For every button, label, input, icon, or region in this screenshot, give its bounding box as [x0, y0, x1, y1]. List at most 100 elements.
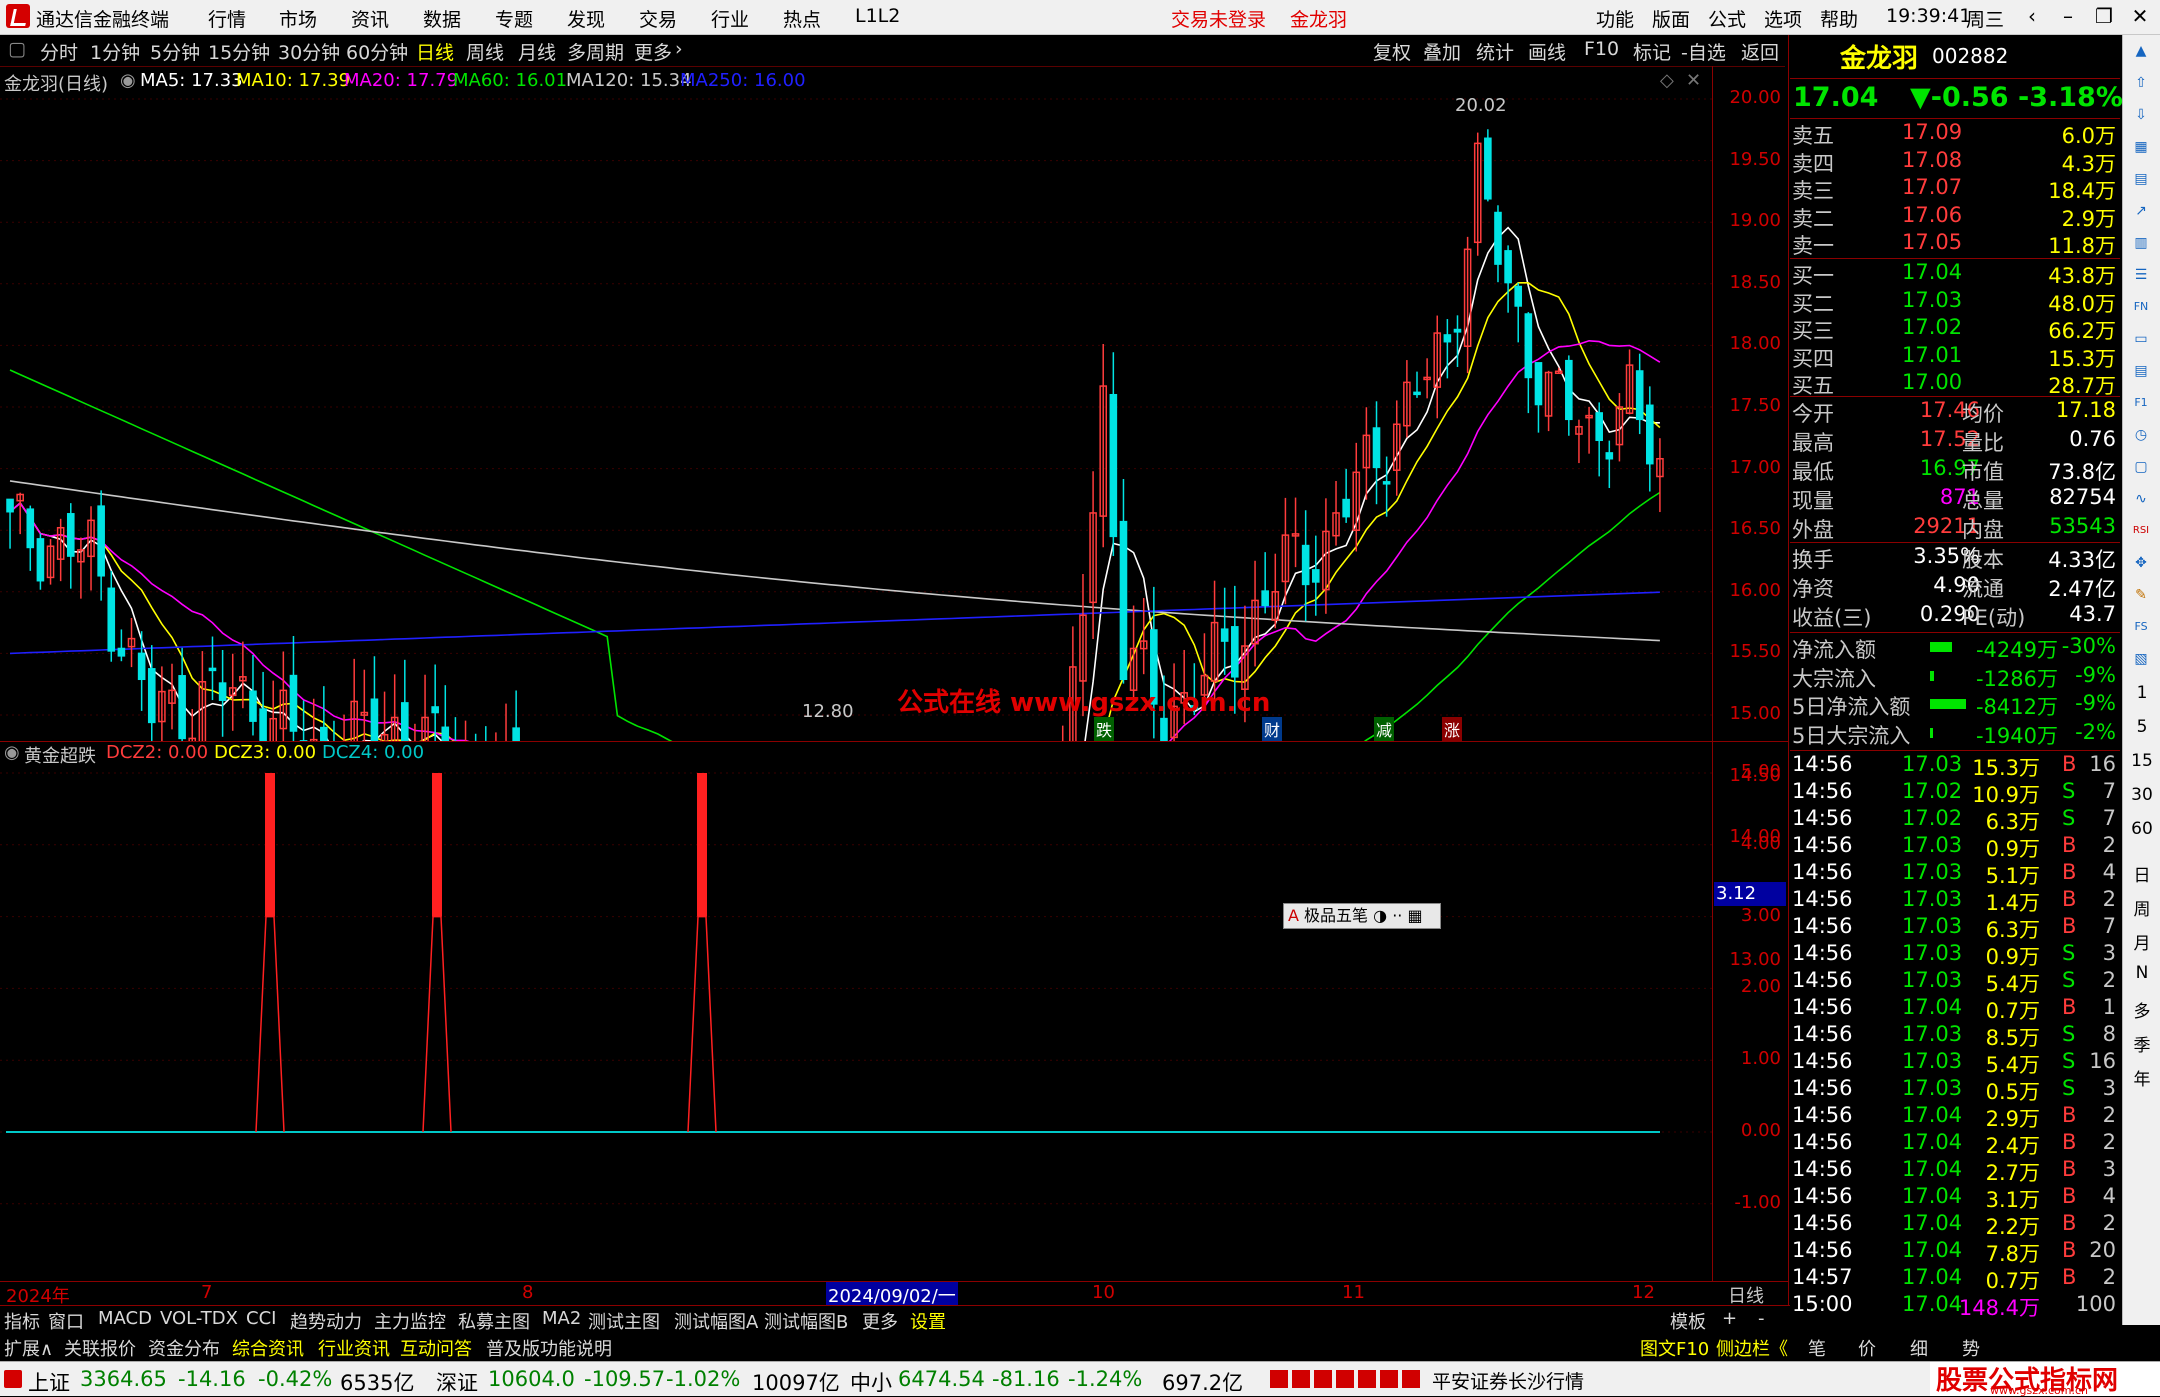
menu-item-options[interactable]: 选项 — [1764, 5, 1802, 32]
side-period-multi[interactable]: 多 — [2123, 997, 2160, 1022]
period-more[interactable]: 更多 — [634, 38, 672, 65]
indicator-tab[interactable]: 私募主图 — [458, 1308, 530, 1334]
menu-item-formula[interactable]: 公式 — [1708, 5, 1746, 32]
ime-toolbar[interactable]: A 极品五笔 ◑ ·· ▦ — [1283, 903, 1441, 929]
indicator-tab[interactable]: 设置 — [910, 1308, 946, 1334]
report-icon[interactable]: ▤ — [2129, 359, 2153, 383]
period-week[interactable]: 周线 — [466, 38, 504, 65]
period-month[interactable]: 月线 — [518, 38, 556, 65]
sz-label[interactable]: 深证 — [436, 1367, 478, 1397]
indicator-tab[interactable]: MA2 — [542, 1308, 581, 1329]
period-5min[interactable]: 5分钟 — [150, 38, 200, 65]
period-fenshi[interactable]: 分时 — [40, 38, 78, 65]
menu-item-news[interactable]: 资讯 — [351, 5, 389, 32]
menu-item-market[interactable]: 市场 — [279, 5, 317, 32]
chart-icon[interactable]: ▧ — [2129, 647, 2153, 671]
tool-stats[interactable]: 统计 — [1476, 38, 1514, 65]
ime-keyboard-icon[interactable]: ▦ — [1407, 906, 1422, 925]
indicator-tab[interactable]: MACD — [98, 1308, 152, 1329]
ime-dot-icon[interactable]: ·· — [1392, 906, 1402, 925]
side-period-week[interactable]: 周 — [2123, 895, 2160, 920]
extension-tab[interactable]: 扩展∧ — [4, 1335, 53, 1361]
period-day[interactable]: 日线 — [416, 38, 454, 65]
indicator-tab[interactable]: 指标 — [4, 1308, 40, 1334]
menu-item-help[interactable]: 帮助 — [1820, 5, 1858, 32]
menu-item-industry[interactable]: 行业 — [711, 5, 749, 32]
menu-item-function[interactable]: 功能 — [1596, 5, 1634, 32]
panel-tab[interactable]: 笔 — [1808, 1335, 1826, 1361]
close-icon[interactable]: ✕ — [2126, 3, 2154, 29]
tool-f10[interactable]: F10 — [1584, 38, 1619, 60]
next-icon[interactable]: ⇩ — [2129, 103, 2153, 127]
move-icon[interactable]: ✥ — [2129, 551, 2153, 575]
table-icon[interactable]: ▤ — [2129, 167, 2153, 191]
indicator-tab[interactable]: 更多 — [862, 1308, 898, 1334]
side-period-1[interactable]: 1 — [2123, 683, 2160, 703]
event-marker-reduce[interactable]: 减 — [1374, 717, 1394, 741]
tool-mark[interactable]: 标记 — [1633, 38, 1671, 65]
indicator-tab[interactable]: CCI — [246, 1308, 276, 1329]
event-marker-up[interactable]: 涨 — [1442, 717, 1462, 741]
extension-tab[interactable]: 互动问答 — [400, 1335, 472, 1361]
bar-icon[interactable]: ▥ — [2129, 231, 2153, 255]
indicator-tab[interactable]: 趋势动力 — [290, 1308, 362, 1334]
back-icon[interactable]: ‹ — [2018, 3, 2046, 29]
extension-tab[interactable]: 关联报价 — [64, 1335, 136, 1361]
menu-item-topic[interactable]: 专题 — [495, 5, 533, 32]
period-15min[interactable]: 15分钟 — [208, 38, 270, 65]
list-icon[interactable]: ☰ — [2129, 263, 2153, 287]
trade-login-status[interactable]: 交易未登录 — [1171, 5, 1266, 32]
extension-tab[interactable]: 资金分布 — [148, 1335, 220, 1361]
prev-icon[interactable]: ⇧ — [2129, 71, 2153, 95]
side-period-n[interactable]: N — [2123, 963, 2160, 983]
fin-icon[interactable]: FN — [2129, 295, 2153, 319]
doc-icon[interactable]: ▭ — [2129, 327, 2153, 351]
book-icon[interactable]: ▢ — [2129, 455, 2153, 479]
extension-tab[interactable]: 综合资讯 — [232, 1335, 304, 1361]
indicator-tab[interactable]: 测试幅图B — [764, 1308, 848, 1334]
restore-icon[interactable]: ❐ — [2090, 3, 2118, 29]
indicator-tab[interactable]: 测试幅图A — [674, 1308, 758, 1334]
ime-moon-icon[interactable]: ◑ — [1373, 906, 1387, 925]
minimize-icon[interactable]: – — [2054, 3, 2082, 29]
trend-icon[interactable]: ↗ — [2129, 199, 2153, 223]
chevron-right-icon[interactable]: › — [675, 38, 683, 60]
side-period-30[interactable]: 30 — [2123, 785, 2160, 805]
grid-icon[interactable]: ▦ — [2129, 135, 2153, 159]
zx-label[interactable]: 中小 — [850, 1367, 892, 1397]
side-period-month[interactable]: 月 — [2123, 929, 2160, 954]
tool-adjust[interactable]: 复权 — [1373, 38, 1411, 65]
period-multi[interactable]: 多周期 — [567, 38, 624, 65]
indicator-tab[interactable]: 窗口 — [48, 1308, 84, 1334]
event-marker-down[interactable]: 跌 — [1094, 717, 1114, 741]
side-period-5[interactable]: 5 — [2123, 717, 2160, 737]
f10-icon[interactable]: F1 — [2129, 391, 2153, 415]
period-1min[interactable]: 1分钟 — [90, 38, 140, 65]
extension-tab[interactable]: 普及版功能说明 — [486, 1335, 612, 1361]
up-arrow-icon[interactable]: ▲ — [2129, 39, 2153, 63]
side-period-15[interactable]: 15 — [2123, 751, 2160, 771]
indicator-tab[interactable]: 测试主图 — [588, 1308, 660, 1334]
menu-item-data[interactable]: 数据 — [423, 5, 461, 32]
clock-icon[interactable]: ◷ — [2129, 423, 2153, 447]
tool-draw[interactable]: 画线 — [1528, 38, 1566, 65]
panel-tab[interactable]: 细 — [1910, 1335, 1928, 1361]
event-marker-finance[interactable]: 财 — [1262, 717, 1282, 741]
tool-overlay[interactable]: 叠加 — [1423, 38, 1461, 65]
extension-tab[interactable]: 行业资讯 — [318, 1335, 390, 1361]
wave-icon[interactable]: ∿ — [2129, 487, 2153, 511]
side-period-season[interactable]: 季 — [2123, 1031, 2160, 1056]
side-period-year[interactable]: 年 — [2123, 1065, 2160, 1090]
menu-item-hot[interactable]: 热点 — [783, 5, 821, 32]
indicator-tab[interactable]: VOL-TDX — [160, 1308, 238, 1329]
panel-tab[interactable]: 价 — [1858, 1335, 1876, 1361]
side-period-60[interactable]: 60 — [2123, 819, 2160, 839]
panel-tab[interactable]: 图文F10 — [1640, 1335, 1709, 1361]
menu-item-layout[interactable]: 版面 — [1652, 5, 1690, 32]
template-control[interactable]: + — [1722, 1308, 1737, 1329]
tool-fav[interactable]: -自选 — [1681, 38, 1726, 65]
menu-item-l1l2[interactable]: L1L2 — [855, 5, 900, 27]
collapse-icon[interactable]: ▢ — [8, 38, 26, 60]
template-control[interactable]: 模板 — [1670, 1308, 1706, 1334]
pencil-icon[interactable]: ✎ — [2129, 583, 2153, 607]
